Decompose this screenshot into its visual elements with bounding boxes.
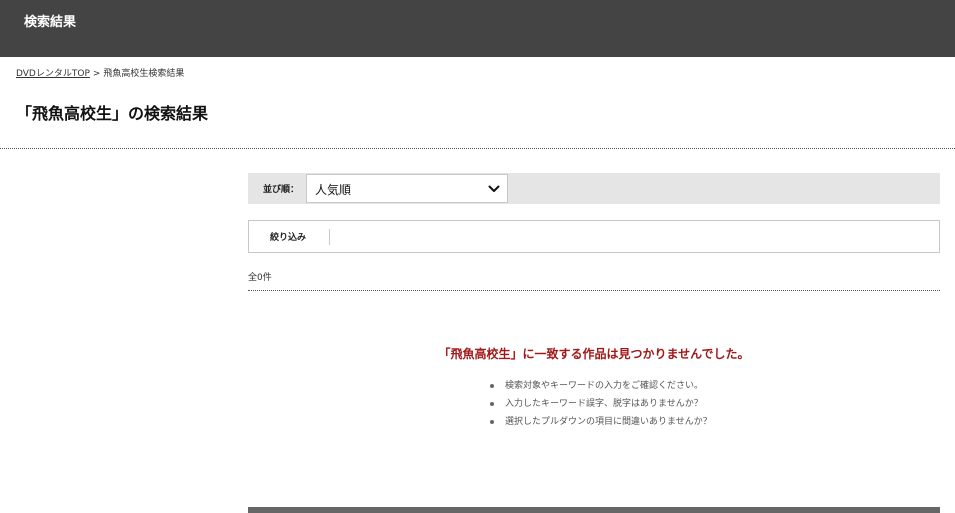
page-title: 「飛魚高校生」の検索結果 — [16, 104, 209, 123]
sort-bar: 並び順： 人気順 — [248, 173, 940, 204]
header-divider — [0, 148, 955, 149]
bullet-icon — [490, 402, 494, 406]
hint-list: 検索対象やキーワードの入力をご確認ください。 入力したキーワード誤字、脱字はあり… — [490, 380, 712, 434]
filter-separator — [329, 229, 330, 245]
sort-label: 並び順： — [263, 185, 300, 195]
header-title: 検索結果 — [24, 15, 77, 30]
sort-select[interactable]: 人気順 — [306, 174, 508, 203]
hint-item: 検索対象やキーワードの入力をご確認ください。 — [490, 380, 712, 398]
result-count: 全0件 — [248, 273, 272, 283]
filter-box: 絞り込み — [248, 220, 940, 253]
breadcrumb: DVDレンタルTOP > 飛魚高校生検索結果 — [16, 66, 184, 79]
breadcrumb-current: 飛魚高校生検索結果 — [103, 69, 185, 79]
no-result-message: 「飛魚高校生」に一致する作品は見つかりませんでした。 — [438, 347, 750, 361]
header-bar: 検索結果 — [0, 0, 955, 57]
hint-text: 選択したプルダウンの項目に間違いありませんか？ — [505, 417, 712, 427]
results-divider — [248, 290, 940, 291]
hint-text: 検索対象やキーワードの入力をご確認ください。 — [505, 381, 704, 391]
bullet-icon — [490, 384, 494, 388]
sort-select-value: 人気順 — [315, 183, 352, 197]
chevron-down-icon — [488, 185, 500, 192]
footer-bar — [248, 507, 940, 513]
breadcrumb-separator: > — [92, 69, 101, 79]
hint-item: 入力したキーワード誤字、脱字はありませんか？ — [490, 398, 712, 416]
bullet-icon — [490, 420, 494, 424]
hint-item: 選択したプルダウンの項目に間違いありませんか？ — [490, 416, 712, 434]
breadcrumb-home-link[interactable]: DVDレンタルTOP — [16, 69, 90, 79]
hint-text: 入力したキーワード誤字、脱字はありませんか？ — [505, 399, 703, 409]
filter-toggle[interactable]: 絞り込み — [270, 230, 306, 243]
